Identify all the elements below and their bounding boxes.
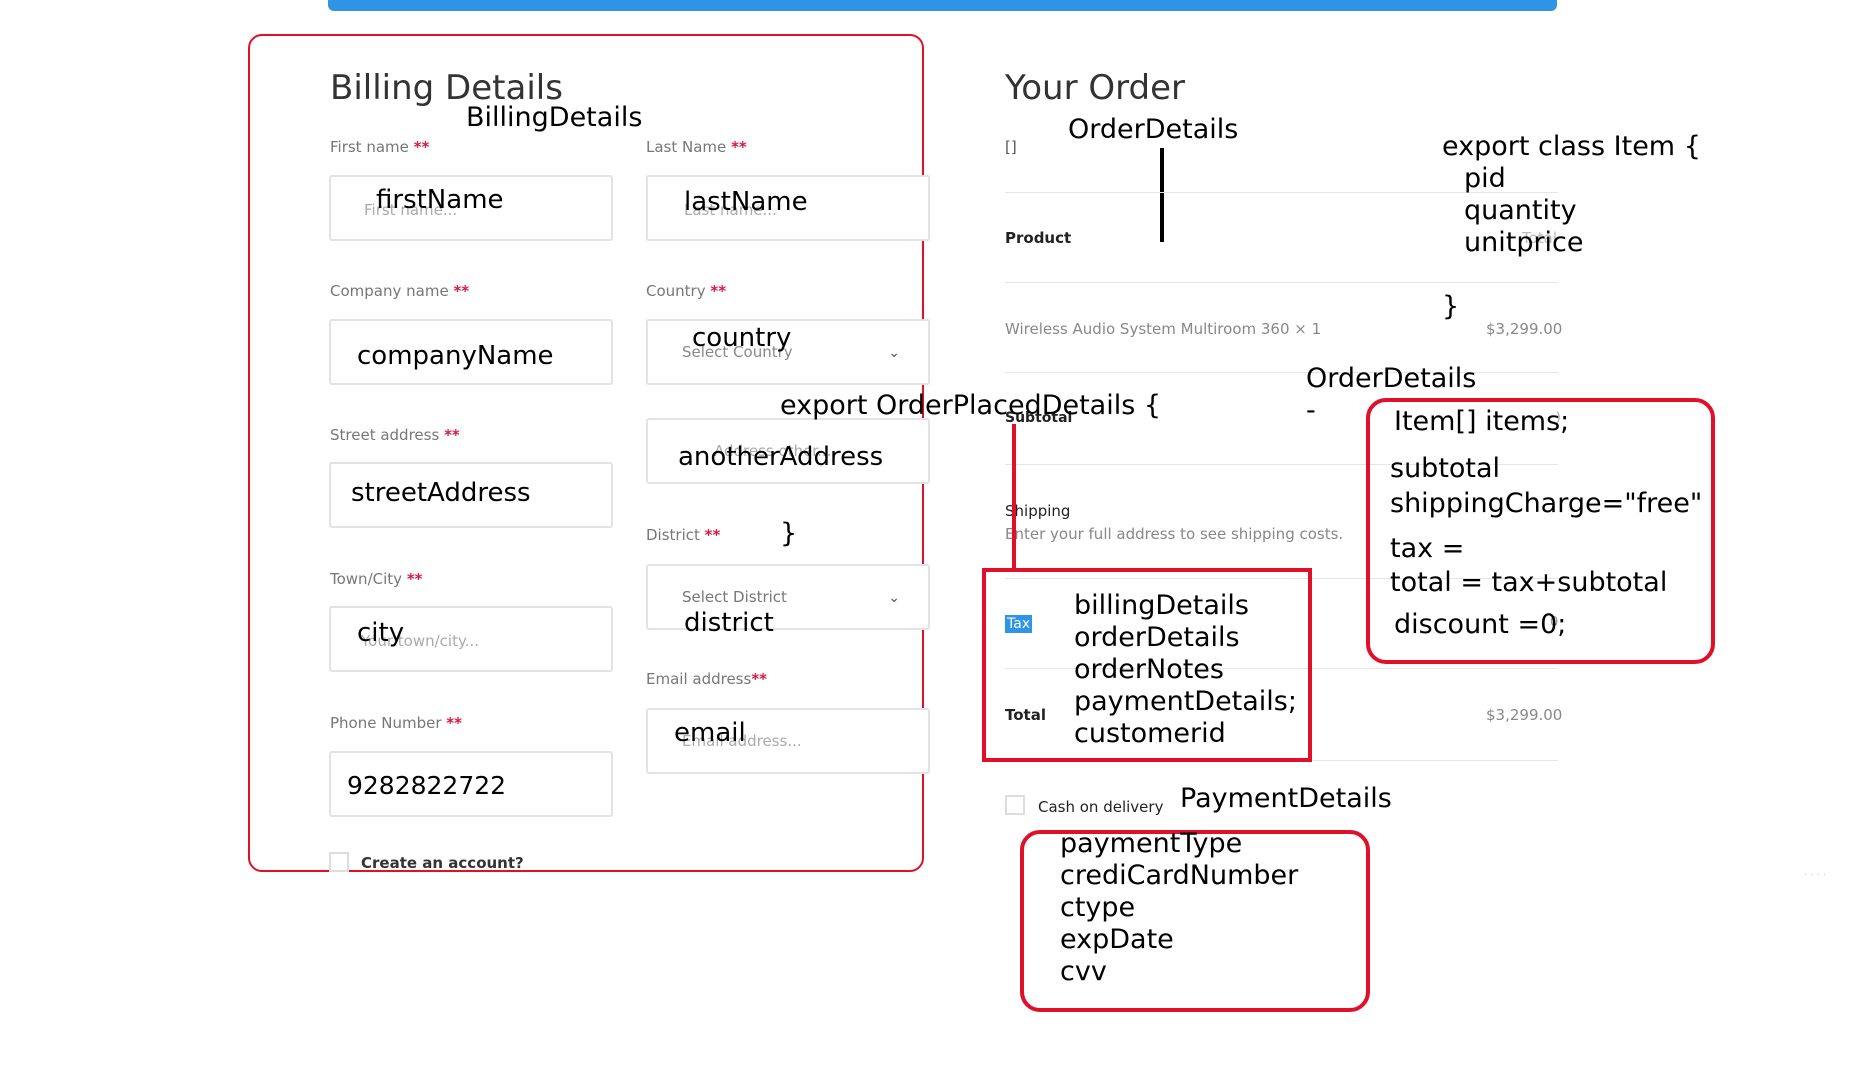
order-details-field: Item[] items; (1394, 406, 1570, 437)
order-details-field: discount =0; (1394, 609, 1567, 640)
item-class-line: pid (1464, 163, 1506, 194)
phone-number-label: Phone Number ** (330, 714, 462, 732)
company-name-input[interactable]: companyName (329, 319, 613, 385)
payment-details-field: paymentType (1060, 828, 1243, 859)
order-placed-field: orderNotes (1074, 654, 1224, 685)
billing-class-annotation: BillingDetails (466, 102, 643, 133)
country-label: Country ** (646, 282, 727, 300)
country-select[interactable]: Select Country country ⌄ (646, 319, 930, 385)
district-placeholder: Select District (682, 588, 787, 606)
country-annotation: country (692, 323, 792, 353)
item-class-line: } (1442, 291, 1460, 322)
order-item-line: Wireless Audio System Multiroom 360 × 1 (1005, 320, 1322, 338)
item-class-line: quantity (1464, 195, 1577, 226)
district-annotation: district (684, 608, 774, 638)
payment-details-field: expDate (1060, 924, 1174, 955)
order-details-field: shippingCharge="free" (1390, 488, 1703, 519)
district-label: District ** (646, 526, 721, 544)
street-address-label: Street address ** (330, 426, 460, 444)
order-placed-header: export OrderPlacedDetails { (780, 390, 1162, 421)
order-items-bracket: [] (1005, 138, 1017, 156)
order-details-box-title: OrderDetails (1306, 363, 1477, 394)
company-name-label: Company name ** (330, 282, 470, 300)
order-divider (1005, 282, 1558, 283)
annotation-pointer-line (1160, 148, 1164, 242)
email-input[interactable]: Email address... email (646, 708, 930, 774)
order-placed-close-brace: } (780, 518, 798, 549)
order-placed-field: customerid (1074, 718, 1226, 749)
first-name-annotation: firstName (376, 185, 504, 215)
town-city-annotation: city (357, 618, 405, 648)
top-accent-bar (328, 0, 1557, 11)
order-placed-field: billingDetails (1074, 590, 1249, 621)
product-header: Product (1005, 229, 1072, 247)
town-city-input[interactable]: Your town/city... city (329, 606, 613, 672)
chevron-down-icon: ⌄ (888, 589, 900, 605)
order-placed-field: orderDetails (1074, 622, 1240, 653)
phone-number-value: 9282822722 (347, 771, 507, 800)
item-class-line: export class Item { (1442, 131, 1701, 162)
payment-details-field: ctype (1060, 892, 1136, 923)
create-account-checkbox[interactable] (329, 852, 349, 872)
order-details-annotation: OrderDetails (1068, 114, 1239, 145)
shipping-note: Enter your full address to see shipping … (1005, 525, 1344, 543)
town-city-label: Town/City ** (330, 570, 423, 588)
last-name-input[interactable]: Last name... lastName (646, 175, 930, 241)
company-name-annotation: companyName (357, 341, 554, 371)
payment-details-field: cvv (1060, 956, 1107, 987)
phone-number-input[interactable]: 9282822722 (329, 751, 613, 817)
order-placed-field: paymentDetails; (1074, 686, 1297, 717)
chevron-down-icon: ⌄ (888, 344, 900, 360)
cash-on-delivery-checkbox[interactable] (1005, 795, 1025, 815)
order-details-dash: - (1306, 395, 1316, 426)
annotation-connector-line (1012, 424, 1016, 569)
total-value: $3,299.00 (1486, 706, 1563, 724)
payment-details-field: crediCardNumber (1060, 860, 1299, 891)
address-other-annotation: anotherAddress (678, 442, 884, 472)
create-account-label: Create an account? (361, 854, 524, 872)
order-title: Your Order (1005, 68, 1186, 108)
item-class-line: unitprice (1464, 227, 1584, 258)
last-name-label: Last Name ** (646, 138, 747, 156)
order-details-field: subtotal (1390, 453, 1501, 484)
street-address-input[interactable]: streetAddress (329, 462, 613, 528)
order-details-field: tax = (1390, 533, 1465, 564)
email-annotation: email (674, 718, 746, 748)
cash-on-delivery-label: Cash on delivery (1038, 798, 1164, 816)
first-name-input[interactable]: First name... firstName (329, 175, 613, 241)
order-details-field: total = tax+subtotal (1390, 567, 1668, 598)
faint-mark: · · · · (1804, 870, 1827, 881)
address-other-input[interactable]: Address other... anotherAddress (646, 418, 930, 484)
last-name-annotation: lastName (684, 187, 808, 217)
street-address-annotation: streetAddress (351, 478, 531, 508)
order-item-price: $3,299.00 (1486, 320, 1563, 338)
email-label: Email address** (646, 670, 768, 688)
payment-details-title: PaymentDetails (1180, 783, 1392, 814)
first-name-label: First name ** (330, 138, 430, 156)
district-select[interactable]: Select District district ⌄ (646, 564, 930, 638)
